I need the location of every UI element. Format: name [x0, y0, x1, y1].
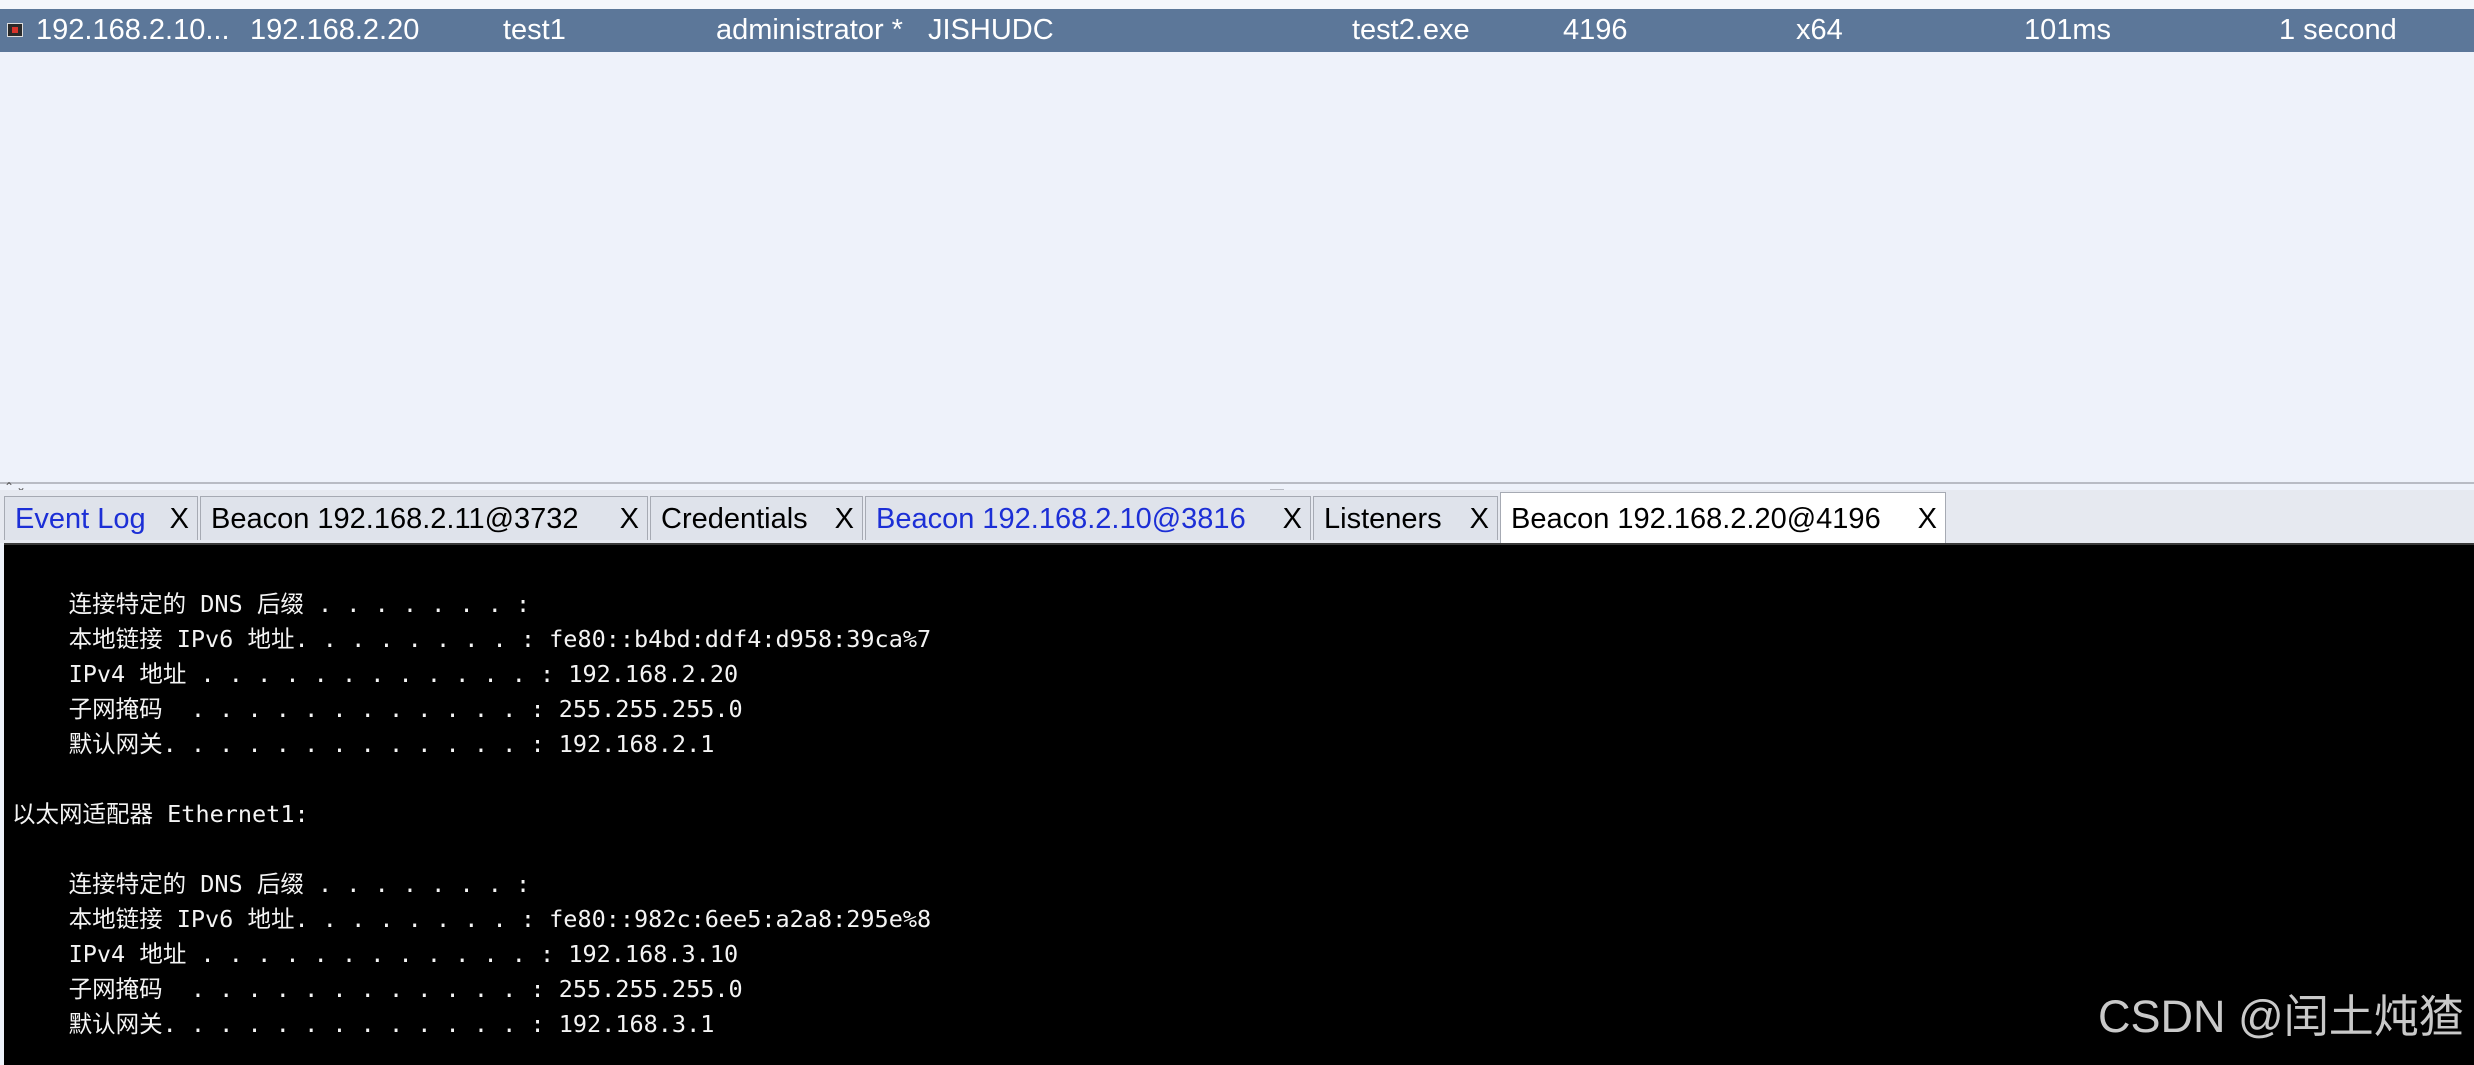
- cell-listener: test1: [503, 14, 566, 46]
- beacon-console-output[interactable]: 连接特定的 DNS 后缀 . . . . . . . : 本地链接 IPv6 地…: [4, 543, 2474, 1065]
- tab-beacon-2-11[interactable]: Beacon 192.168.2.11@3732 X: [200, 496, 648, 540]
- console-line: 本地链接 IPv6 地址. . . . . . . . : fe80::b4bd…: [12, 625, 932, 653]
- tab-listeners[interactable]: Listeners X: [1313, 496, 1498, 540]
- cell-external-ip: 192.168.2.10...: [36, 14, 230, 46]
- tab-close-button[interactable]: X: [1918, 503, 1937, 535]
- cell-last-checkin: 1 second: [2279, 14, 2397, 46]
- tab-close-button[interactable]: X: [620, 503, 639, 535]
- beacon-session-icon: [7, 23, 23, 37]
- tab-label: Listeners: [1324, 503, 1442, 535]
- console-line: 子网掩码 . . . . . . . . . . . . : 255.255.2…: [12, 695, 743, 723]
- console-line: 默认网关. . . . . . . . . . . . . : 192.168.…: [12, 730, 715, 758]
- cell-internal-ip: 192.168.2.20: [250, 14, 420, 46]
- console-text: 连接特定的 DNS 后缀 . . . . . . . : 本地链接 IPv6 地…: [12, 587, 931, 1042]
- cell-arch: x64: [1796, 14, 1843, 46]
- tab-close-button[interactable]: X: [170, 503, 189, 535]
- tab-close-button[interactable]: X: [1283, 503, 1302, 535]
- tab-event-log[interactable]: Event Log X: [4, 496, 198, 540]
- console-line: IPv4 地址 . . . . . . . . . . . . : 192.16…: [12, 660, 739, 688]
- console-line: 子网掩码 . . . . . . . . . . . . : 255.255.2…: [12, 975, 743, 1003]
- tab-close-button[interactable]: X: [835, 503, 854, 535]
- tab-beacon-2-10[interactable]: Beacon 192.168.2.10@3816 X: [865, 496, 1311, 540]
- tab-label: Credentials: [661, 503, 808, 535]
- csdn-watermark: CSDN @闰土炖猹: [2098, 991, 2464, 1042]
- cell-process: test2.exe: [1352, 14, 1470, 46]
- table-header-strip: [0, 0, 2474, 9]
- split-pane-handle[interactable]: [1270, 482, 1284, 490]
- console-line: 本地链接 IPv6 地址. . . . . . . . : fe80::982c…: [12, 905, 932, 933]
- tab-label: Beacon 192.168.2.10@3816: [876, 503, 1246, 535]
- tab-close-button[interactable]: X: [1470, 503, 1489, 535]
- console-line: 连接特定的 DNS 后缀 . . . . . . . :: [12, 870, 531, 898]
- console-line: 默认网关. . . . . . . . . . . . . : 192.168.…: [12, 1010, 715, 1038]
- beacon-table: 192.168.2.10... 192.168.2.20 test1 admin…: [0, 0, 2474, 484]
- console-line: 连接特定的 DNS 后缀 . . . . . . . :: [12, 590, 531, 618]
- beacon-row-selected[interactable]: 192.168.2.10... 192.168.2.20 test1 admin…: [0, 9, 2474, 52]
- console-line: 以太网适配器 Ethernet1:: [12, 800, 309, 828]
- console-line: IPv4 地址 . . . . . . . . . . . . : 192.16…: [12, 940, 739, 968]
- cell-sleep: 101ms: [2024, 14, 2112, 46]
- cell-pid: 4196: [1563, 14, 1628, 46]
- tab-bar: Event Log X Beacon 192.168.2.11@3732 X C…: [0, 490, 2474, 543]
- tab-label: Beacon 192.168.2.20@4196: [1511, 503, 1881, 535]
- tab-label: Beacon 192.168.2.11@3732: [211, 503, 579, 535]
- tab-beacon-2-20[interactable]: Beacon 192.168.2.20@4196 X: [1500, 492, 1946, 543]
- tab-label: Event Log: [15, 503, 146, 535]
- cell-user: administrator *: [716, 14, 903, 46]
- tab-credentials[interactable]: Credentials X: [650, 496, 863, 540]
- cell-computer: JISHUDC: [928, 14, 1054, 46]
